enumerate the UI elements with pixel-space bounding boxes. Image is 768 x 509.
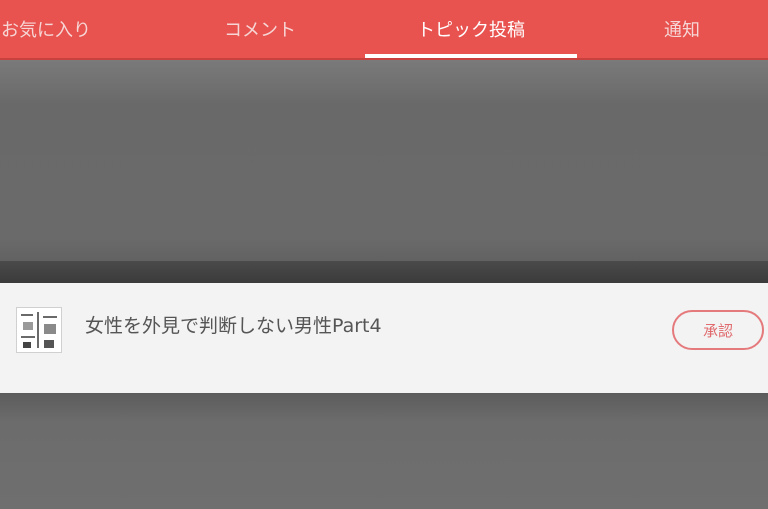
tab-notifications[interactable]: 通知 [630,0,734,58]
tab-topic-posts[interactable]: トピック投稿 [365,0,577,58]
background-shadow-ledge [0,261,768,283]
topic-list-item[interactable]: 女性を外見で判断しない男性Part4 承認 [0,283,768,393]
topic-title[interactable]: 女性を外見で判断しない男性Part4 [85,311,382,338]
approve-button[interactable]: 承認 [672,310,764,350]
background-image-top [0,60,768,283]
tab-favorites[interactable]: お気に入り [0,0,102,58]
tab-comments[interactable]: コメント [204,0,316,58]
tab-bar: お気に入り コメント トピック投稿 通知 [0,0,768,60]
active-tab-indicator [365,54,577,58]
background-image-bottom [0,393,768,509]
manga-thumbnail-icon [16,307,62,353]
